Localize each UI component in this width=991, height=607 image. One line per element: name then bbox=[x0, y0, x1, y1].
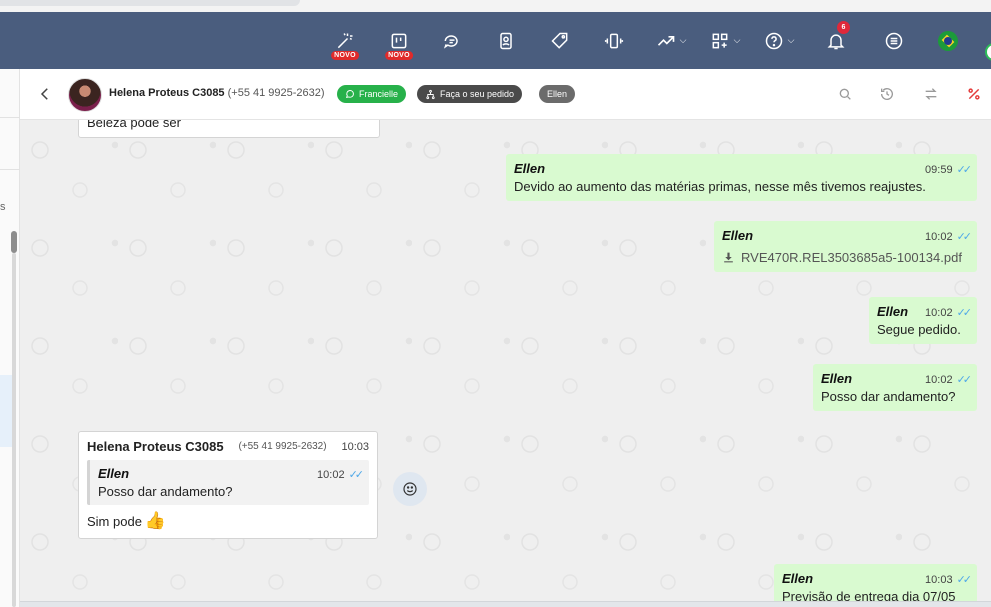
smiley-icon bbox=[403, 482, 417, 496]
trending-up-icon[interactable]: ⌵ bbox=[648, 12, 694, 69]
chevron-down-icon: ⌵ bbox=[679, 35, 687, 45]
back-button[interactable] bbox=[34, 82, 56, 106]
scrollbar-thumb[interactable] bbox=[11, 231, 17, 253]
quoted-text: Posso dar andamento? bbox=[98, 484, 233, 499]
apps-grid-icon[interactable]: ⌵ bbox=[702, 12, 748, 69]
help-icon[interactable]: ⌵ bbox=[756, 12, 802, 69]
message-outgoing[interactable]: Ellen 10:02 ✓✓ Posso dar andamento? bbox=[813, 364, 977, 411]
divider bbox=[0, 169, 20, 170]
agent-tag-francielle[interactable]: Francielle bbox=[337, 85, 407, 103]
message-outgoing-attachment[interactable]: Ellen 10:02 ✓✓ RVE470R.REL3503685a5-10013… bbox=[714, 221, 977, 272]
menu-list-icon[interactable] bbox=[874, 12, 914, 69]
composer-edge bbox=[20, 601, 991, 607]
message-author: Ellen bbox=[722, 228, 754, 243]
message-text: Posso dar andamento? bbox=[821, 389, 956, 404]
agent-tag-ellen[interactable]: Ellen bbox=[539, 85, 576, 103]
browser-strip bbox=[0, 0, 991, 12]
quoted-time: 10:02 bbox=[317, 469, 345, 481]
quoted-message[interactable]: Ellen 10:02 ✓✓ Posso dar andamento? bbox=[87, 460, 369, 505]
message-incoming-reply[interactable]: Helena Proteus C3085 (+55 41 9925-2632) … bbox=[78, 431, 378, 539]
avatar[interactable] bbox=[68, 78, 102, 112]
conversation-list-panel: s bbox=[0, 69, 20, 607]
contact-name[interactable]: Helena Proteus C3085 (+55 41 9925-2632) bbox=[109, 87, 325, 99]
thumbs-up-emoji: 👍 bbox=[144, 511, 167, 530]
scrollbar-track[interactable] bbox=[12, 253, 16, 607]
flow-icon bbox=[426, 89, 435, 99]
sender-name: Helena Proteus C3085 bbox=[87, 439, 224, 454]
message-author: Ellen bbox=[514, 161, 546, 176]
chevron-left-icon bbox=[40, 88, 48, 100]
read-ticks-icon: ✓✓ bbox=[956, 307, 973, 319]
read-ticks-icon: ✓✓ bbox=[956, 374, 973, 386]
chat-messages-area[interactable]: Beleza pode ser Ellen 09:59 ✓✓ Devido ao … bbox=[20, 120, 991, 607]
download-icon bbox=[724, 252, 733, 263]
whatsapp-icon bbox=[345, 90, 354, 98]
message-time: 10:02 bbox=[925, 374, 953, 386]
message-author: Ellen bbox=[782, 571, 814, 586]
message-text: Devido ao aumento das matérias primas, n… bbox=[514, 179, 926, 194]
attachment-filename: RVE470R.REL3503685a5-100134.pdf bbox=[741, 250, 962, 265]
tag-label: Francielle bbox=[359, 89, 399, 99]
message-text: Beleza pode ser bbox=[87, 120, 181, 130]
magic-wand-icon[interactable]: NOVO bbox=[325, 12, 365, 69]
tag-label: Ellen bbox=[547, 89, 568, 99]
pdf-attachment-link[interactable]: RVE470R.REL3503685a5-100134.pdf bbox=[722, 250, 969, 265]
history-icon[interactable] bbox=[875, 82, 899, 106]
tag-icon[interactable] bbox=[540, 12, 580, 69]
read-ticks-icon: ✓✓ bbox=[956, 164, 973, 176]
language-selector[interactable] bbox=[928, 12, 968, 69]
top-navigation: NOVO NOVO ⌵ ⌵ ⌵ 6 bbox=[0, 12, 991, 69]
message-time: 10:03 bbox=[925, 574, 953, 586]
read-ticks-icon: ✓✓ bbox=[956, 231, 973, 243]
vibrating-phone-icon[interactable] bbox=[594, 12, 634, 69]
read-ticks-icon: ✓✓ bbox=[348, 469, 365, 481]
list-fragment-text: s bbox=[0, 201, 6, 213]
message-time: 10:03 bbox=[341, 440, 369, 453]
chevron-down-icon: ⌵ bbox=[733, 35, 741, 45]
tag-label: Faça o seu pedido bbox=[440, 89, 515, 99]
search-icon[interactable] bbox=[833, 82, 857, 106]
contact-name-text: Helena Proteus C3085 bbox=[109, 87, 225, 99]
bell-icon[interactable]: 6 bbox=[816, 12, 856, 69]
message-time: 10:02 bbox=[925, 307, 953, 319]
browser-tab-strip bbox=[0, 0, 300, 6]
read-ticks-icon: ✓✓ bbox=[956, 574, 973, 586]
message-outgoing[interactable]: Ellen 10:02 ✓✓ Segue pedido. bbox=[869, 297, 977, 344]
emoji-reaction-button[interactable] bbox=[393, 472, 427, 506]
message-author: Ellen bbox=[821, 371, 853, 386]
brazil-flag-icon bbox=[938, 30, 958, 51]
message-text: Segue pedido. bbox=[877, 322, 961, 337]
message-incoming-previous[interactable]: Beleza pode ser bbox=[78, 120, 380, 138]
message-time: 10:02 bbox=[925, 231, 953, 243]
percent-icon[interactable] bbox=[962, 82, 986, 106]
novo-badge: NOVO bbox=[331, 51, 359, 60]
kanban-board-icon[interactable]: NOVO bbox=[379, 12, 419, 69]
divider bbox=[0, 117, 20, 118]
chat-header: Helena Proteus C3085 (+55 41 9925-2632) … bbox=[20, 69, 991, 120]
sender-phone: (+55 41 9925-2632) bbox=[238, 441, 327, 452]
quoted-author: Ellen bbox=[98, 466, 130, 481]
contact-phone: (+55 41 9925-2632) bbox=[227, 87, 325, 99]
selected-conversation-item[interactable] bbox=[0, 375, 12, 447]
flow-tag-pedido[interactable]: Faça o seu pedido bbox=[417, 85, 523, 103]
chat-bubbles-icon[interactable] bbox=[432, 12, 472, 69]
novo-badge: NOVO bbox=[385, 51, 413, 60]
online-status-icon[interactable] bbox=[985, 43, 991, 61]
message-outgoing[interactable]: Ellen 09:59 ✓✓ Devido ao aumento das maté… bbox=[506, 154, 977, 201]
notification-count-badge: 6 bbox=[837, 21, 850, 34]
message-author: Ellen bbox=[877, 304, 909, 319]
message-text: Sim pode bbox=[87, 513, 142, 529]
chevron-down-icon: ⌵ bbox=[787, 35, 795, 45]
contact-card-icon[interactable] bbox=[486, 12, 526, 69]
transfer-icon[interactable] bbox=[919, 82, 943, 106]
message-time: 09:59 bbox=[925, 164, 953, 176]
